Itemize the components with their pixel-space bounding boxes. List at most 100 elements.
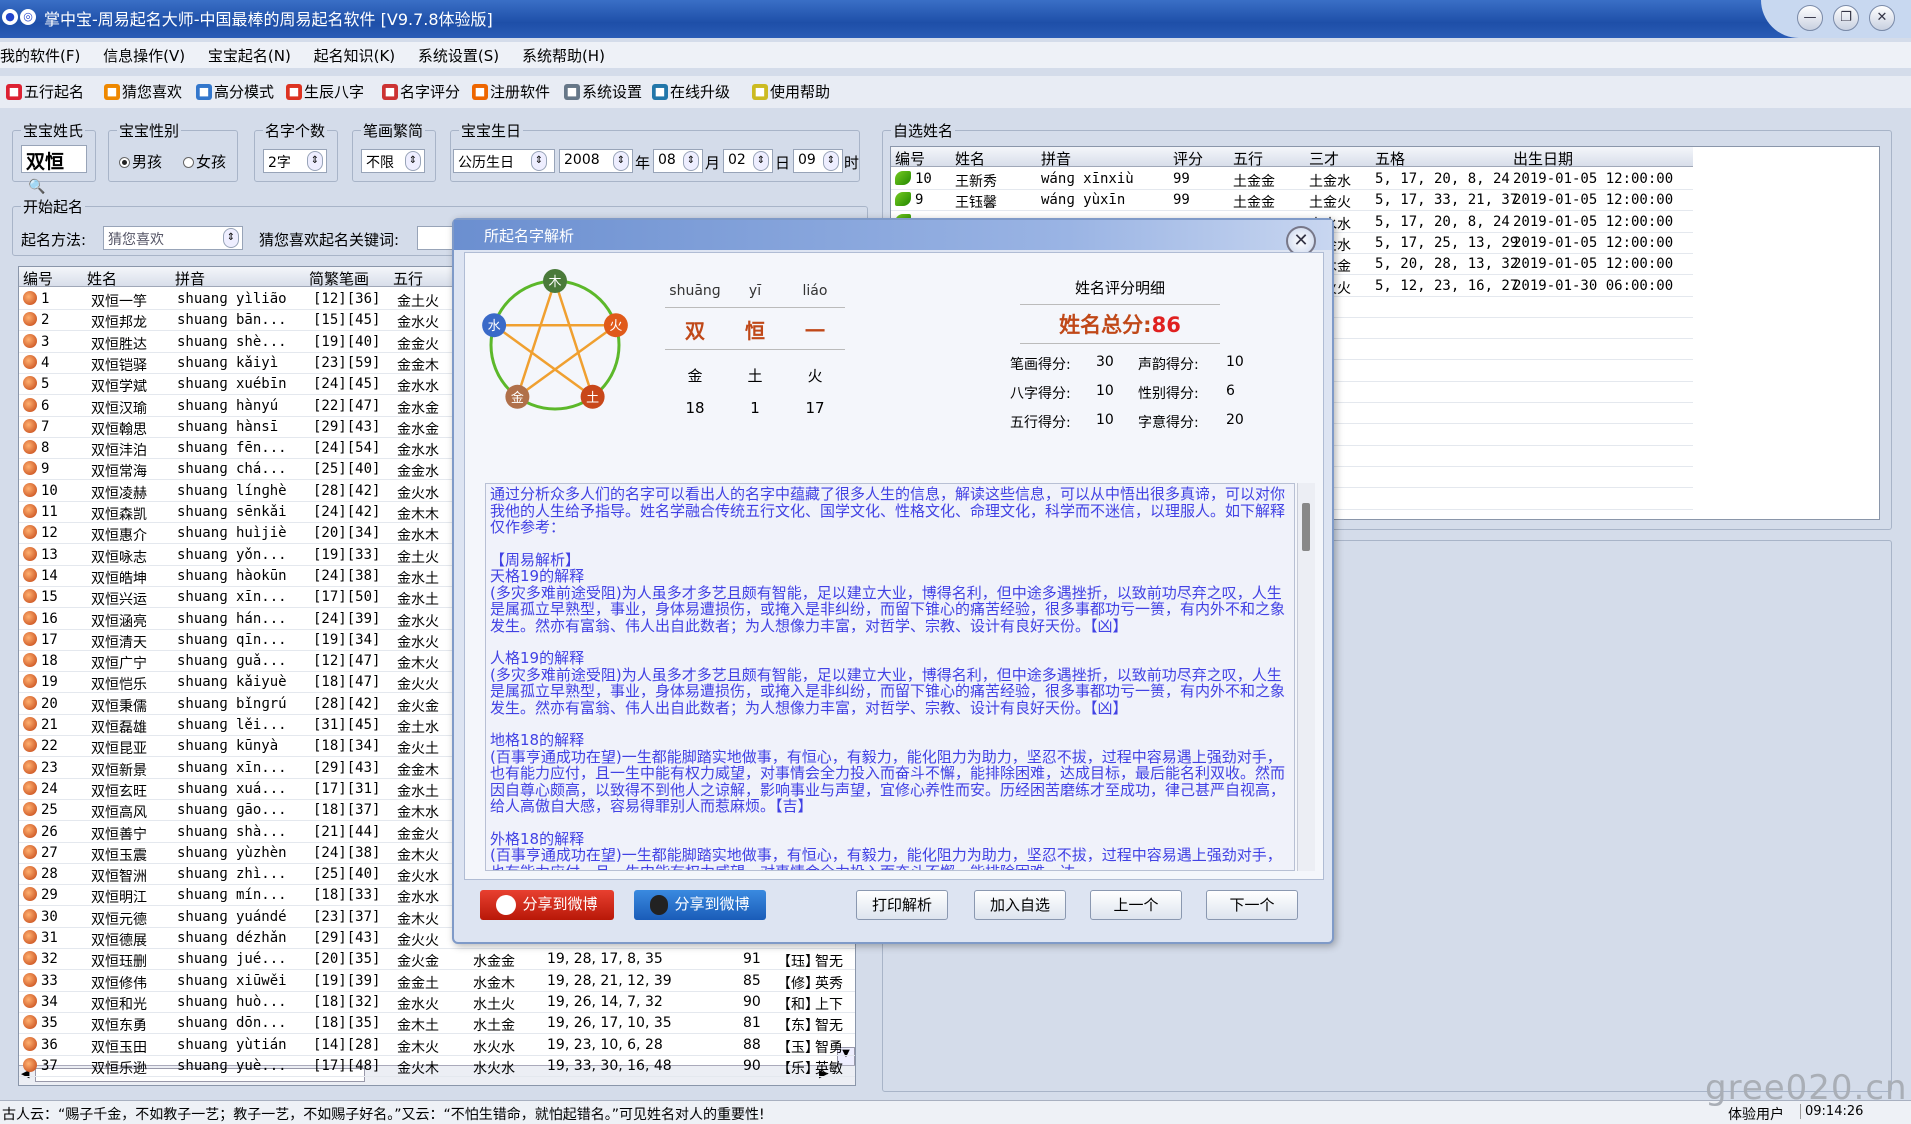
toolbar-score-button[interactable]: ■ 名字评分 [382,81,460,102]
cell: [22][47] [313,397,381,414]
search-icon[interactable]: 🔍 [28,179,45,195]
method-spinner[interactable]: ⇕ [223,228,239,248]
toolbar-settings-button[interactable]: ■ 系统设置 [564,81,642,102]
stroke-spinner[interactable]: ⇕ [405,151,421,171]
analysis-scrollbar[interactable] [1297,483,1315,871]
cell: [25][40] [313,461,381,478]
cell: 金水土 [397,783,439,800]
element-node-label: 木 [548,275,561,290]
toolbar-gift-button[interactable]: ■ 注册软件 [472,81,550,102]
char-1: 双 [685,319,705,343]
toolbar-chart-button[interactable]: ■ 高分模式 [196,81,274,102]
cell: 金金土 [397,975,439,992]
cell: [19][33] [313,546,381,563]
cell: 20 [41,695,58,712]
menu-info[interactable]: 信息操作(V) [103,42,193,66]
score-label: 八字得分: [1010,386,1071,402]
cell: 5, 17, 20, 8, 24 [1375,171,1510,187]
menu-naming[interactable]: 宝宝起名(N) [208,42,299,66]
year-unit: 年 [635,154,651,172]
watermark: gree020.cn [1705,1068,1908,1108]
app-menu-icon[interactable]: ● [2,9,18,25]
cell: 金火水 [397,869,439,886]
cell: 金金火 [397,336,439,353]
col-strokes: 简繁笔画 [309,270,370,288]
fav-col-score: 评分 [1173,150,1204,168]
cell: [28][42] [313,695,381,712]
score-label: 声韵得分: [1138,357,1199,373]
face-icon [23,802,37,817]
control-line [516,280,557,398]
count-spinner[interactable]: ⇕ [307,151,323,171]
toolbar-help-button[interactable]: ■ 使用帮助 [752,81,830,102]
cell: [29][43] [313,759,381,776]
table-row[interactable]: 35 双恒东勇 shuanɡ dōn... [18][35] 金木土 水土金 19, 26,… [19,1013,855,1035]
add-favorite-button[interactable]: 加入自选 [974,890,1066,920]
table-row[interactable]: 33 双恒修伟 shuanɡ xiūwěi [19][39] 金金土 水金木 19, 28,… [19,971,855,992]
table-row[interactable]: 32 双恒珏删 shuanɡ jué... [20][35] 金火金 水金金 19, 28,… [19,949,855,971]
cell: 19, 26, 14, 7, 32 [547,993,663,1010]
favorite-row[interactable]: 10 王新秀 wánɡ xīnxiù 99 土金金 土金水 5, 17, 20, 8, 24… [891,169,1693,190]
keyword-input[interactable] [417,226,457,250]
cell: 13 [41,546,58,563]
toolbar-globe-button[interactable]: ■ 在线升级 [652,81,730,102]
cell: [17][31] [313,780,381,797]
calendar-spinner[interactable]: ⇕ [531,151,547,171]
score-value: 6 [1226,383,1235,399]
cell: 2019-01-05 12:00:00 [1513,171,1674,187]
method-select[interactable]: 猜您喜欢 [103,226,243,250]
cell: 双恒邦龙 [91,315,147,332]
table-row[interactable]: 36 双恒玉田 shuanɡ yùtián [14][28] 金木火 水火水 19, 23,… [19,1035,855,1056]
next-button[interactable]: 下一个 [1206,890,1298,920]
month-spinner[interactable]: ⇕ [683,151,699,171]
cell: 17 [41,631,58,648]
close-window-icon[interactable]: ✕ [1869,5,1895,31]
table-row[interactable]: 37 双恒乐逊 shuanɡ yuè... [17][48] 金火木 水火水 19, 33,… [19,1056,855,1077]
share-sina-button[interactable]: 分享到微博 [480,890,614,920]
day-unit: 日 [775,154,791,172]
restore-icon[interactable]: ❐ [1833,5,1859,31]
print-analysis-button[interactable]: 打印解析 [856,890,948,920]
menu-knowledge[interactable]: 起名知识(K) [314,42,404,66]
toolbar-star-button[interactable]: ■ 猜您喜欢 [104,81,182,102]
cell: shuanɡ yìlião [177,291,287,307]
gender-group: 宝宝性别 男孩 女孩 [108,120,238,182]
share-qq-button[interactable]: 分享到微博 [634,890,766,920]
favorite-row[interactable]: 9 王钰馨 wánɡ yùxīn 99 土金金 土金火 5, 17, 33, 21, 37 2… [891,190,1693,212]
face-icon [23,354,37,369]
scroll-thumb[interactable] [1302,503,1310,551]
table-row[interactable]: 34 双恒和光 shuanɡ huò... [18][32] 金水火 水土火 19, 26,… [19,992,855,1013]
score-value: 10 [1096,383,1114,399]
menu-help[interactable]: 系统帮助(H) [522,42,613,66]
score-value: 20 [1226,412,1244,428]
pinyin-2: yī [748,283,762,299]
cell: [19][34] [313,631,381,648]
previous-button[interactable]: 上一个 [1090,890,1182,920]
hour-spinner[interactable]: ⇕ [823,151,839,171]
cell: wánɡ yùxīn [1041,192,1126,209]
male-radio[interactable]: 男孩 [119,151,162,172]
toolbar-calendar-button[interactable]: ■ 生辰八字 [286,81,364,102]
cell: 双恒铠驿 [91,357,147,374]
cell: 4 [41,354,50,371]
cell: [28][42] [313,482,381,499]
day-spinner[interactable]: ⇕ [753,151,769,171]
female-radio[interactable]: 女孩 [183,151,226,172]
cell: 26 [41,823,58,840]
settings-icon: ■ [564,83,580,100]
cell: 上下 [815,996,843,1013]
year-spinner[interactable]: ⇕ [613,151,629,171]
minimize-icon[interactable]: — [1797,5,1823,31]
cell: 37 [41,1057,58,1074]
cell: shuanɡ xiūwěi [177,972,287,989]
menu-my-software[interactable]: 我的软件(F) [0,42,88,66]
cell: [18][34] [313,738,381,755]
menu-settings[interactable]: 系统设置(S) [418,42,507,66]
toolbar-label: 猜您喜欢 [122,83,183,101]
weibo-icon [496,894,517,915]
method-label: 起名方法: [21,231,87,249]
cell: 5, 12, 23, 16, 27 [1375,277,1519,294]
surname-input[interactable]: 双恒🔍 [21,145,87,195]
toolbar-wuxing-button[interactable]: ■ 五行起名 [6,81,84,102]
wuxing-icon: ■ [6,83,22,100]
